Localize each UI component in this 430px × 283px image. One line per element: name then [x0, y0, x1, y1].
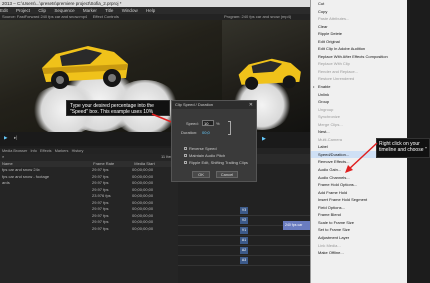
menu-item-replace-with-after-effects-composition[interactable]: Replace With After Effects Composition	[311, 53, 407, 61]
menu-window[interactable]: Window	[122, 8, 138, 13]
tab-info[interactable]: Info	[31, 149, 37, 153]
row-start: 00;00;00;00	[132, 212, 154, 218]
tab-markers[interactable]: Markers	[55, 149, 69, 153]
ripple-checkbox[interactable]	[184, 161, 187, 165]
project-row[interactable]: 29.97 fps 00;00;00;00	[0, 226, 178, 233]
menu-item-group[interactable]: Group	[311, 98, 407, 106]
arrow-icon	[345, 142, 378, 173]
dialog-title: Clip Speed / Duration	[172, 101, 256, 109]
clip-speed-dialog: Clip Speed / Duration ✕ Speed: 10 % Dura…	[171, 100, 257, 182]
row-start: 00;00;00;00	[132, 180, 154, 185]
tab-effect-controls[interactable]: Effect Controls	[93, 14, 119, 19]
link-toggle-icon[interactable]	[228, 121, 231, 135]
track-row[interactable]: A2	[178, 246, 310, 256]
menu-item-make-offline[interactable]: Make Offline...	[311, 249, 407, 257]
reverse-checkbox[interactable]	[184, 147, 187, 151]
track-row[interactable]: A1	[178, 236, 310, 246]
tab-media-browser[interactable]: Media Browser	[2, 149, 27, 153]
menu-item-frame-blend[interactable]: Frame Blend	[311, 211, 407, 219]
track-label[interactable]: A1	[240, 237, 248, 244]
search-icon[interactable]: ⌕	[2, 154, 4, 159]
track-label[interactable]: V1	[240, 227, 248, 234]
ripple-label: Ripple Edit, Shifting Trailing Clips	[189, 160, 248, 165]
track-label[interactable]: V2	[240, 217, 248, 224]
duration-label: Duration:	[181, 130, 198, 135]
menu-item-merge-clips[interactable]: Merge Clips...	[311, 121, 407, 129]
menu-item-ripple-delete[interactable]: Ripple Delete	[311, 30, 407, 38]
track-label[interactable]: A2	[240, 247, 248, 254]
menu-item-frame-hold-options[interactable]: Frame Hold Options...	[311, 181, 407, 189]
row-start: 00;00;00;00	[132, 206, 154, 211]
cancel-button[interactable]: Cancel	[216, 171, 238, 178]
ok-button[interactable]: OK	[192, 171, 210, 178]
row-start: 00;00;00;00	[132, 173, 154, 179]
row-start: 00;00;00;00	[132, 186, 154, 192]
menu-item-replace-with-clip[interactable]: Replace With Clip	[311, 60, 407, 68]
instruction-callout-rightclick: Right click on your timeline and choose …	[376, 138, 430, 158]
menu-bar: Edit Project Clip Sequence Marker Title …	[0, 7, 310, 14]
track-row[interactable]: V3	[178, 206, 310, 216]
track-label[interactable]: A3	[240, 257, 248, 264]
speed-unit: %	[216, 121, 220, 126]
row-start: 00;00;00;00	[132, 219, 154, 224]
menu-item-enable[interactable]: • Enable	[311, 83, 407, 91]
menu-item-field-options[interactable]: Field Options...	[311, 204, 407, 212]
speed-input[interactable]: 10	[202, 120, 214, 126]
menu-item-adjustment-layer[interactable]: Adjustment Layer	[311, 234, 407, 242]
menu-clip[interactable]: Clip	[38, 8, 46, 13]
menu-title[interactable]: Title	[105, 8, 113, 13]
menu-project[interactable]: Project	[16, 8, 30, 13]
toy-car-image	[238, 58, 301, 90]
duration-value[interactable]: 00;0	[202, 130, 210, 135]
menu-item-restore-unrendered[interactable]: Restore Unrendered	[311, 75, 407, 83]
menu-edit[interactable]: Edit	[0, 8, 8, 13]
tab-history[interactable]: History	[72, 149, 84, 153]
menu-item-edit-clip-in-adobe-audition[interactable]: Edit Clip In Adobe Audition	[311, 45, 407, 53]
menu-item-link-media[interactable]: Link Media...	[311, 242, 407, 250]
menu-item-scale-to-frame-size[interactable]: Scale to Frame Size	[311, 219, 407, 227]
row-start: 00;00;00;00	[132, 199, 154, 205]
menu-help[interactable]: Help	[146, 8, 155, 13]
maintain-pitch-label: Maintain Audio Pitch	[189, 153, 226, 158]
row-name: ards	[2, 180, 10, 185]
menu-item-set-to-frame-size[interactable]: Set to Frame Size	[311, 226, 407, 234]
program-play-icon[interactable]: ▶	[262, 136, 266, 142]
track-list: V3 V2 V1 A1 A2 A3	[178, 206, 310, 266]
track-label[interactable]: V3	[240, 207, 248, 214]
reverse-label: Reverse Speed	[189, 146, 217, 151]
row-start: 00;00;00;00	[132, 225, 154, 231]
row-start: 00;00;00;00	[132, 193, 154, 198]
close-icon[interactable]: ✕	[249, 102, 253, 108]
menu-sequence[interactable]: Sequence	[54, 8, 74, 13]
project-panel: Media Browser Info Effects Markers Histo…	[0, 148, 178, 283]
menu-item-ungroup[interactable]: Ungroup	[311, 106, 407, 114]
menu-item-edit-original[interactable]: Edit Original	[311, 38, 407, 46]
menu-item-paste-attributes[interactable]: Paste Attributes...	[311, 15, 407, 23]
menu-item-insert-frame-hold-segment[interactable]: Insert Frame Hold Segment	[311, 196, 407, 204]
toy-car-image	[42, 46, 128, 89]
menu-item-render-and-replace[interactable]: Render and Replace...	[311, 68, 407, 76]
project-list: fps car and snow 24x 29.97 fps 00;00;00;00…	[0, 167, 178, 232]
tab-effects[interactable]: Effects	[40, 149, 52, 153]
track-row[interactable]: A3	[178, 256, 310, 266]
row-start: 00;00;00;00	[132, 167, 154, 172]
menu-item-synchronize[interactable]: Synchronize	[311, 113, 407, 121]
checked-icon: •	[313, 84, 315, 90]
menu-item-copy[interactable]: Copy	[311, 8, 407, 16]
col-media-start[interactable]: Media Start	[134, 161, 154, 166]
play-icon[interactable]: ▶	[4, 135, 7, 141]
menu-item-nest[interactable]: Nest...	[311, 128, 407, 136]
menu-marker[interactable]: Marker	[83, 8, 97, 13]
timeline-clip[interactable]: 240 fps car	[283, 221, 310, 230]
step-forward-icon[interactable]: ▸|	[14, 135, 17, 141]
menu-item-add-frame-hold[interactable]: Add Frame Hold	[311, 189, 407, 197]
menu-item-unlink[interactable]: Unlink	[311, 91, 407, 99]
speed-label: Speed:	[186, 121, 199, 126]
menu-item-clear[interactable]: Clear	[311, 23, 407, 31]
row-fps: 29.97 fps	[92, 225, 109, 231]
menu-item-cut[interactable]: Cut	[311, 0, 407, 8]
maintain-pitch-checkbox[interactable]	[184, 154, 187, 158]
